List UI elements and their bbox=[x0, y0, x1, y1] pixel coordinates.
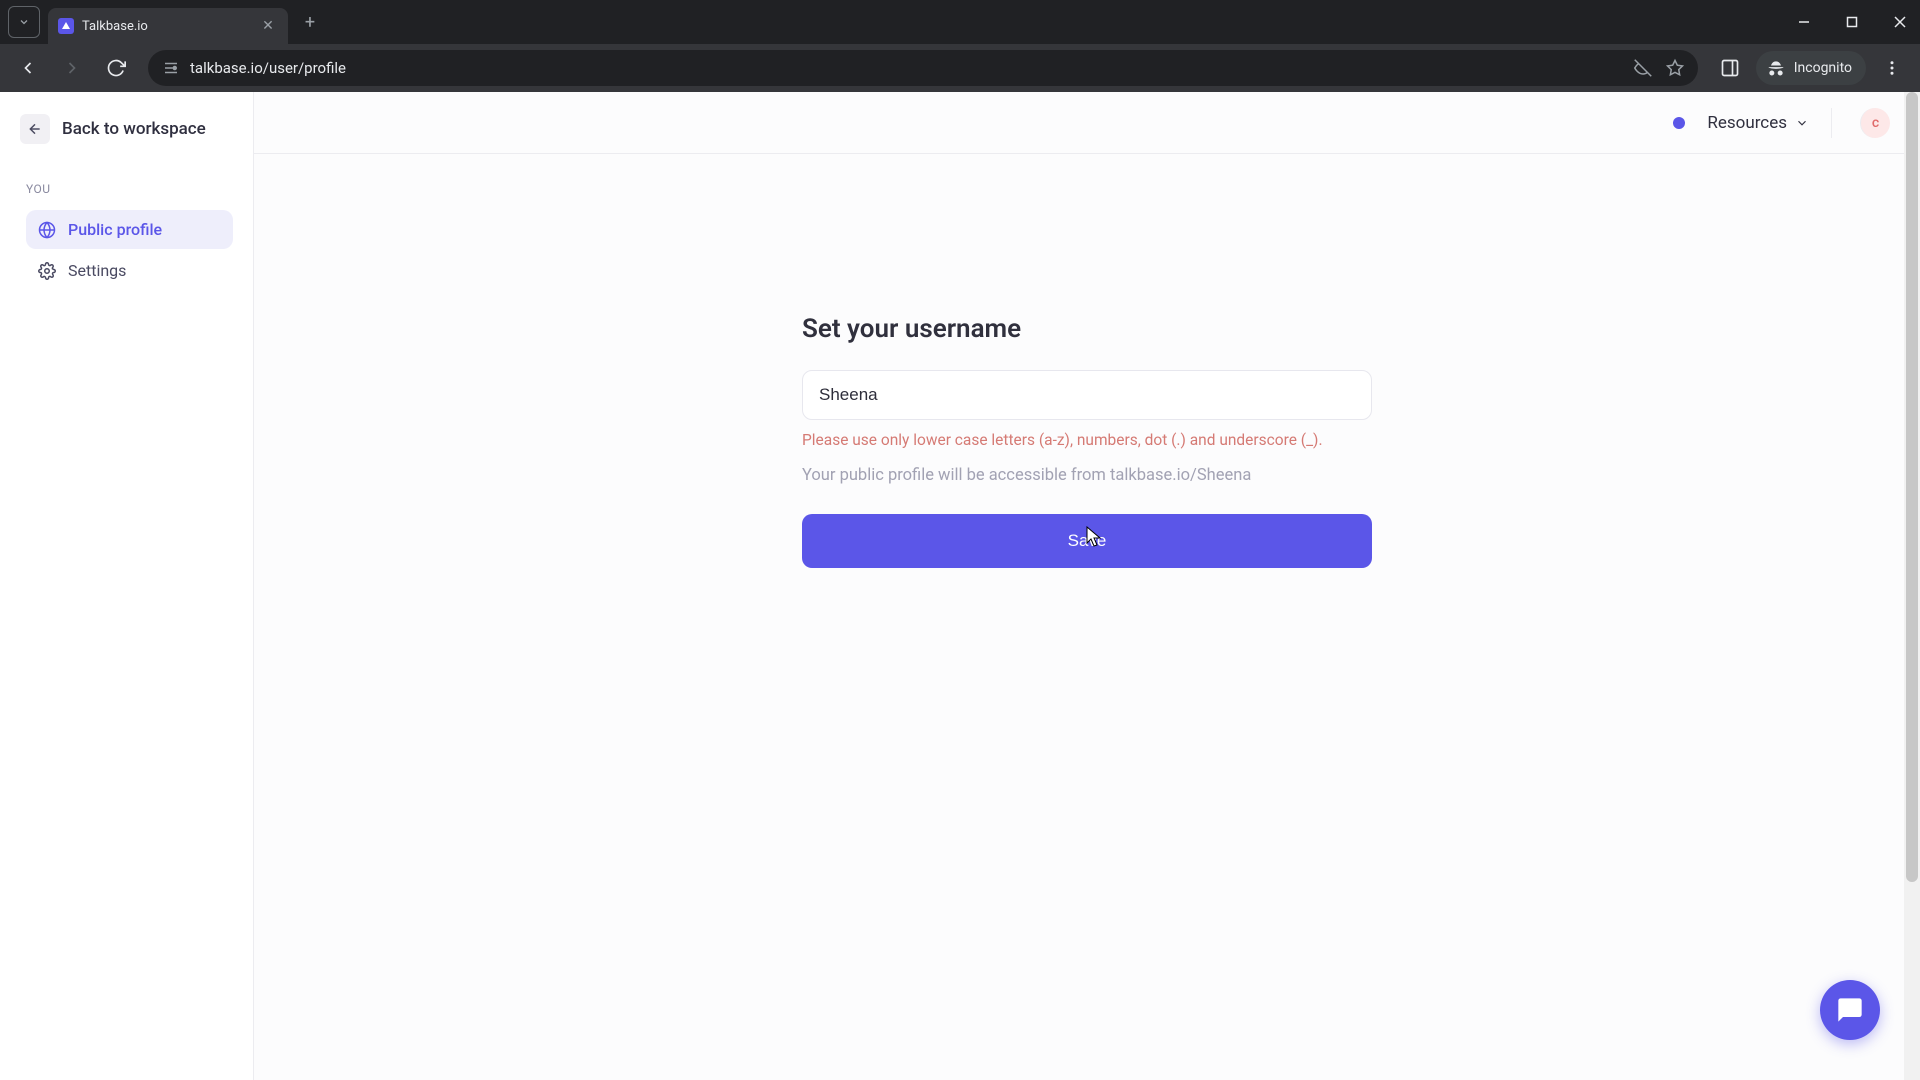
resources-dropdown[interactable]: Resources bbox=[1707, 113, 1809, 133]
validation-error: Please use only lower case letters (a-z)… bbox=[802, 430, 1372, 452]
side-panel-icon[interactable] bbox=[1712, 50, 1748, 86]
status-dot-icon[interactable] bbox=[1673, 117, 1685, 129]
scrollbar-track[interactable] bbox=[1904, 92, 1920, 1080]
arrow-left-icon bbox=[20, 114, 50, 144]
globe-icon bbox=[38, 221, 56, 239]
sidebar-section: YOU Public profile Settings bbox=[0, 152, 253, 290]
maximize-icon[interactable] bbox=[1840, 10, 1864, 34]
browser-toolbar: talkbase.io/user/profile Incognito bbox=[0, 44, 1920, 92]
window-controls bbox=[1792, 10, 1912, 34]
sidebar: Back to workspace YOU Public profile Set… bbox=[0, 92, 254, 1080]
tab-search-button[interactable] bbox=[8, 6, 40, 38]
chat-widget-button[interactable] bbox=[1820, 980, 1880, 1040]
sidebar-item-label: Public profile bbox=[68, 220, 162, 239]
avatar-wrap: c bbox=[1831, 108, 1890, 138]
topbar: Resources c bbox=[254, 92, 1920, 154]
site-settings-icon[interactable] bbox=[162, 59, 180, 77]
scrollbar-thumb[interactable] bbox=[1906, 92, 1918, 882]
username-input[interactable] bbox=[802, 370, 1372, 420]
help-text: Your public profile will be accessible f… bbox=[802, 464, 1372, 488]
avatar-initial: c bbox=[1872, 115, 1879, 131]
incognito-indicator[interactable]: Incognito bbox=[1756, 51, 1866, 85]
bookmark-star-icon[interactable] bbox=[1666, 59, 1684, 77]
back-label: Back to workspace bbox=[62, 119, 206, 139]
url-text: talkbase.io/user/profile bbox=[190, 59, 346, 77]
browser-menu-icon[interactable] bbox=[1874, 50, 1910, 86]
app-root: Back to workspace YOU Public profile Set… bbox=[0, 92, 1920, 1080]
page-title: Set your username bbox=[802, 314, 1372, 344]
nav-forward-button bbox=[54, 50, 90, 86]
tab-title: Talkbase.io bbox=[82, 19, 252, 34]
resources-label: Resources bbox=[1707, 113, 1787, 133]
username-form: Set your username Please use only lower … bbox=[802, 314, 1372, 568]
browser-tab-strip: Talkbase.io ✕ + bbox=[0, 0, 1920, 44]
close-window-icon[interactable] bbox=[1888, 10, 1912, 34]
sidebar-section-head: YOU bbox=[26, 182, 233, 196]
gear-icon bbox=[38, 262, 56, 280]
eye-off-icon[interactable] bbox=[1634, 59, 1652, 77]
sidebar-item-settings[interactable]: Settings bbox=[26, 251, 233, 290]
tab-favicon-icon bbox=[58, 18, 74, 34]
back-to-workspace[interactable]: Back to workspace bbox=[0, 106, 253, 152]
chevron-down-icon bbox=[1795, 116, 1809, 130]
incognito-label: Incognito bbox=[1794, 60, 1852, 76]
chat-bubble-icon bbox=[1836, 996, 1864, 1024]
reload-button[interactable] bbox=[98, 50, 134, 86]
address-bar[interactable]: talkbase.io/user/profile bbox=[148, 50, 1698, 86]
browser-tab[interactable]: Talkbase.io ✕ bbox=[48, 8, 288, 44]
tab-close-icon[interactable]: ✕ bbox=[260, 18, 276, 34]
user-avatar[interactable]: c bbox=[1860, 108, 1890, 138]
main-area: Resources c Set your username Please use… bbox=[254, 92, 1920, 1080]
minimize-icon[interactable] bbox=[1792, 10, 1816, 34]
save-button[interactable]: Save bbox=[802, 514, 1372, 568]
sidebar-item-label: Settings bbox=[68, 261, 126, 280]
sidebar-item-public-profile[interactable]: Public profile bbox=[26, 210, 233, 249]
new-tab-button[interactable]: + bbox=[296, 8, 324, 36]
nav-back-button[interactable] bbox=[10, 50, 46, 86]
